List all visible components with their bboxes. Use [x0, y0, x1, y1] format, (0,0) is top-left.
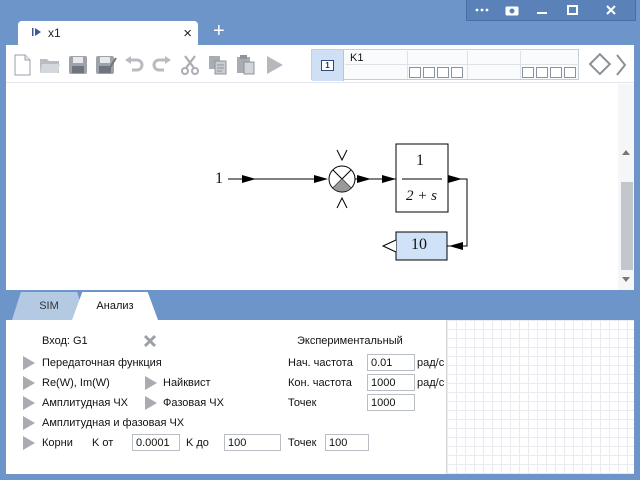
- analysis-panel: Вход: G1 Экспериментальный Передаточная …: [6, 320, 634, 474]
- amp-freq-button[interactable]: Амплитудная ЧХ: [42, 397, 128, 409]
- more-icon[interactable]: [467, 0, 497, 20]
- new-tab-button[interactable]: +: [213, 20, 225, 42]
- roots-play-icon[interactable]: [23, 436, 35, 450]
- k-from-label: K от: [92, 437, 114, 449]
- main-window: 1 K1 1 1 2 + s 10: [6, 45, 634, 290]
- points-input[interactable]: [367, 394, 415, 411]
- amp-phase-play-icon[interactable]: [23, 416, 35, 430]
- paste-icon[interactable]: [234, 53, 258, 77]
- probe-checkbox[interactable]: [550, 67, 562, 78]
- input-value: 1: [215, 170, 223, 187]
- input-port-arrow: [242, 175, 256, 183]
- probe-label: K1: [350, 52, 364, 64]
- camera-icon[interactable]: [497, 0, 527, 20]
- roots-button[interactable]: Корни: [42, 437, 73, 449]
- sum-output-arrow: [357, 175, 371, 183]
- probe-checkbox[interactable]: [522, 67, 534, 78]
- gain-input-arrow: [449, 242, 463, 250]
- probe-checkbox[interactable]: [437, 67, 449, 78]
- open-folder-icon[interactable]: [38, 53, 62, 77]
- probe-divider: [467, 51, 468, 79]
- plot-area[interactable]: [446, 320, 634, 474]
- maximize-icon[interactable]: [557, 0, 587, 20]
- end-freq-label: Кон. частота: [288, 377, 352, 389]
- document-tab[interactable]: x1 ×: [18, 21, 198, 45]
- undo-icon[interactable]: [122, 53, 146, 77]
- sum-input-arrow: [314, 175, 328, 183]
- probe-checkbox[interactable]: [564, 67, 576, 78]
- end-freq-input[interactable]: [367, 374, 415, 391]
- redo-icon[interactable]: [150, 53, 174, 77]
- probe-index-badge: 1: [312, 50, 344, 81]
- probe-divider: [520, 51, 521, 79]
- probe-panel[interactable]: 1 K1: [311, 49, 579, 81]
- transfer-fn-button[interactable]: Передаточная функция: [42, 357, 162, 369]
- feedback-line: [447, 178, 468, 247]
- phase-freq-button[interactable]: Фазовая ЧХ: [163, 397, 224, 409]
- nyquist-button[interactable]: Найквист: [163, 377, 211, 389]
- end-freq-unit: рад/с: [417, 377, 445, 389]
- probe-checkbox[interactable]: [423, 67, 435, 78]
- rotate-icon[interactable]: [588, 52, 629, 80]
- transfer-fn-play-icon[interactable]: [23, 356, 35, 370]
- re-im-play-icon[interactable]: [23, 376, 35, 390]
- k-to-input[interactable]: [224, 434, 281, 451]
- tf-denominator: 2 + s: [406, 188, 437, 204]
- start-freq-label: Нач. частота: [288, 357, 353, 369]
- roots-points-label: Точек: [288, 437, 317, 449]
- experimental-label: Экспериментальный: [297, 335, 403, 347]
- new-file-icon[interactable]: [10, 53, 34, 77]
- cut-icon[interactable]: [178, 53, 202, 77]
- probe-checkbox[interactable]: [451, 67, 463, 78]
- scroll-down-icon[interactable]: [622, 277, 630, 282]
- probe-index: 1: [321, 60, 334, 71]
- amp-phase-button[interactable]: Амплитудная и фазовая ЧХ: [42, 417, 184, 429]
- copy-icon[interactable]: [206, 53, 230, 77]
- gain-output-port: [381, 239, 397, 253]
- probe-divider: [407, 51, 408, 79]
- tab-strip: x1 × +: [0, 18, 640, 45]
- start-freq-input[interactable]: [367, 354, 415, 371]
- save-as-icon[interactable]: [94, 53, 118, 77]
- model-canvas[interactable]: 1 1 2 + s 10: [6, 84, 618, 290]
- gain-value: 10: [411, 236, 427, 253]
- input-label: Вход: G1: [42, 335, 88, 347]
- toolbar: 1 K1: [6, 45, 634, 83]
- close-icon[interactable]: [587, 0, 635, 20]
- points-label: Точек: [288, 397, 317, 409]
- summing-junction[interactable]: [328, 149, 356, 209]
- amp-freq-play-icon[interactable]: [23, 396, 35, 410]
- tab-close-icon[interactable]: ×: [183, 26, 192, 41]
- roots-points-input[interactable]: [325, 434, 369, 451]
- vertical-scrollbar[interactable]: [618, 84, 634, 290]
- start-freq-unit: рад/с: [417, 357, 445, 369]
- probe-row-divider: [345, 64, 579, 65]
- run-icon[interactable]: [262, 53, 286, 77]
- k-to-label: K до: [186, 437, 209, 449]
- save-icon[interactable]: [66, 53, 90, 77]
- probe-checkbox[interactable]: [409, 67, 421, 78]
- model-icon: [32, 27, 42, 40]
- clear-input-icon[interactable]: [143, 334, 157, 351]
- k-from-input[interactable]: [132, 434, 180, 451]
- minimize-icon[interactable]: [527, 0, 557, 20]
- tab-analysis[interactable]: Анализ: [72, 292, 158, 320]
- nyquist-play-icon[interactable]: [145, 376, 157, 390]
- re-im-button[interactable]: Re(W), Im(W): [42, 377, 110, 389]
- tf-numerator: 1: [416, 152, 424, 169]
- phase-freq-play-icon[interactable]: [145, 396, 157, 410]
- scroll-up-icon[interactable]: [622, 150, 630, 155]
- analysis-controls: Вход: G1 Экспериментальный Передаточная …: [6, 320, 446, 474]
- tf-input-arrow: [382, 175, 396, 183]
- tf-output-arrow: [448, 175, 462, 183]
- document-tab-label: x1: [48, 26, 61, 40]
- bottom-tabs: SIM Анализ: [6, 290, 634, 320]
- scroll-thumb[interactable]: [621, 182, 633, 270]
- probe-checkbox[interactable]: [536, 67, 548, 78]
